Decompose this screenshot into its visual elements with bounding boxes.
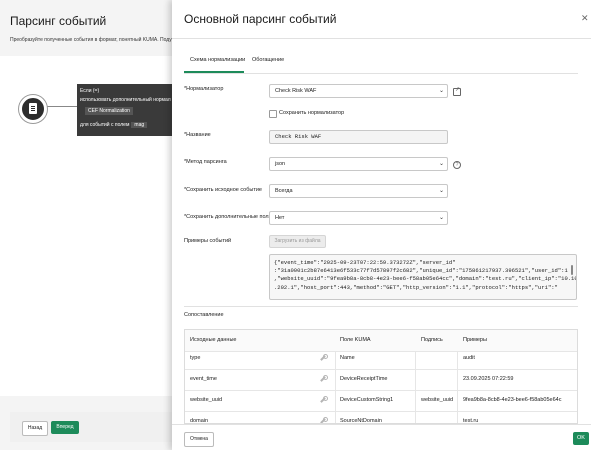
- divider: [172, 38, 591, 39]
- example-cell: 9fea9b8a-8cb8-4e23-bee6-f58ab05e64c: [463, 397, 562, 403]
- example-cell: test.ru: [463, 418, 479, 424]
- save-normalizer-checkbox[interactable]: [269, 110, 277, 118]
- keep-raw-event-value: Всегда: [275, 188, 293, 194]
- wrench-icon[interactable]: [320, 354, 328, 361]
- label-cell[interactable]: website_uuid: [421, 390, 461, 411]
- mapping-label: Сопоставление: [184, 312, 224, 318]
- kuma-field-cell[interactable]: SourceNtDomain: [340, 411, 415, 423]
- wrench-icon[interactable]: [320, 396, 328, 403]
- normalizer-value: Check Risk WAF: [275, 88, 317, 94]
- open-external-icon[interactable]: [453, 86, 461, 96]
- keep-raw-event-select[interactable]: Всегда ⌄: [269, 184, 448, 198]
- chevron-down-icon: ⌄: [438, 215, 444, 221]
- parsing-method-value: json: [275, 161, 286, 167]
- event-examples-textarea[interactable]: {"event_time":"2025-09-23T07:22:59.37327…: [269, 254, 577, 300]
- example-cell: audit: [463, 355, 475, 361]
- table-row[interactable]: event_time DeviceReceiptTime 23.09.2025 …: [185, 369, 577, 391]
- keep-extra-fields-select[interactable]: Нет ⌄: [269, 211, 448, 225]
- chevron-down-icon: ⌄: [438, 188, 444, 194]
- tab-enrichment[interactable]: Обогащение: [252, 57, 284, 63]
- wrench-icon[interactable]: [320, 375, 328, 382]
- save-normalizer-label: Сохранить нормализатор: [279, 110, 345, 116]
- ok-button[interactable]: OK: [573, 432, 589, 445]
- cancel-button[interactable]: Отмена: [184, 432, 214, 447]
- kuma-field-cell[interactable]: Name: [340, 348, 415, 369]
- rule-field-value: mag: [131, 122, 148, 128]
- flow-connector: [42, 106, 77, 107]
- keep-extra-fields-value: Нет: [275, 215, 285, 221]
- normalizer-label: *Нормализатор: [184, 86, 224, 92]
- keep-extra-fields-label: *Сохранить дополнительные поля: [184, 214, 272, 220]
- table-row[interactable]: domain SourceNtDomain test.ru: [185, 411, 577, 424]
- parsing-panel: Основной парсинг событий ✕ Схема нормали…: [172, 0, 591, 450]
- scrollbar[interactable]: [571, 265, 573, 275]
- document-icon: [29, 103, 37, 114]
- keep-raw-event-label: *Сохранить исходное событие: [184, 187, 262, 193]
- table-row[interactable]: website_uuid DeviceCustomString1 website…: [185, 390, 577, 412]
- back-button[interactable]: Назад: [22, 421, 48, 436]
- next-button[interactable]: Вперед: [51, 421, 79, 434]
- rule-field-condition: для событий с полем mag: [80, 122, 148, 128]
- source-cell: website_uuid: [190, 397, 223, 403]
- extra-normalizer-rule-card[interactable]: Если (=) использовать дополнительный нор…: [77, 84, 180, 136]
- page-title: Парсинг событий: [10, 14, 107, 28]
- normalizer-node[interactable]: [19, 95, 47, 123]
- name-field[interactable]: Check Risk WAF: [269, 130, 448, 144]
- parsing-method-select[interactable]: json ⌄: [269, 157, 448, 171]
- json-line: .202.1","host_port":443,"method":"GET","…: [274, 283, 558, 291]
- rule-field-prefix: для событий с полем: [80, 122, 130, 128]
- example-cell: 23.09.2025 07:22:59: [463, 376, 514, 382]
- close-icon[interactable]: ✕: [581, 13, 589, 24]
- mapping-table: Исходные данные Поле KUMA Подпись Пример…: [184, 329, 578, 424]
- upload-from-file-button[interactable]: Загрузить из файла: [269, 235, 326, 248]
- table-row[interactable]: type Name audit: [185, 348, 577, 370]
- help-icon[interactable]: ?: [453, 161, 461, 169]
- chevron-down-icon: ⌄: [438, 161, 444, 167]
- tab-normalization-schema[interactable]: Схема нормализации: [190, 57, 245, 63]
- divider: [172, 424, 591, 425]
- rule-normalizer-tag: CEF Normalization: [85, 107, 133, 115]
- event-examples-label: Примеры событий: [184, 238, 232, 244]
- source-cell: type: [190, 355, 201, 361]
- normalizer-select[interactable]: Check Risk WAF ⌄: [269, 84, 448, 98]
- divider: [184, 306, 578, 307]
- rule-action: использовать дополнительный нормал: [80, 97, 171, 103]
- chevron-down-icon: ⌄: [438, 88, 444, 94]
- json-line: {"event_time":"2025-09-23T07:22:59.37327…: [274, 259, 456, 266]
- rule-condition: Если (=): [80, 88, 100, 94]
- divider: [184, 73, 578, 74]
- kuma-field-cell[interactable]: DeviceReceiptTime: [340, 369, 415, 390]
- panel-title: Основной парсинг событий: [184, 12, 337, 26]
- name-label: *Название: [184, 132, 211, 138]
- source-cell: event_time: [190, 376, 217, 382]
- json-line: :"31a0001c2b87e6413e6f533c77f7d57897f2c6…: [274, 267, 568, 275]
- json-line: ,"website_uuid":"9fea9b8a-8cb8-4e23-bee6…: [274, 275, 577, 283]
- page-description: Преобразуйте полученные события в формат…: [10, 37, 172, 43]
- source-cell: domain: [190, 418, 209, 424]
- kuma-field-cell[interactable]: DeviceCustomString1: [340, 390, 415, 411]
- parsing-method-label: *Метод парсинга: [184, 159, 227, 165]
